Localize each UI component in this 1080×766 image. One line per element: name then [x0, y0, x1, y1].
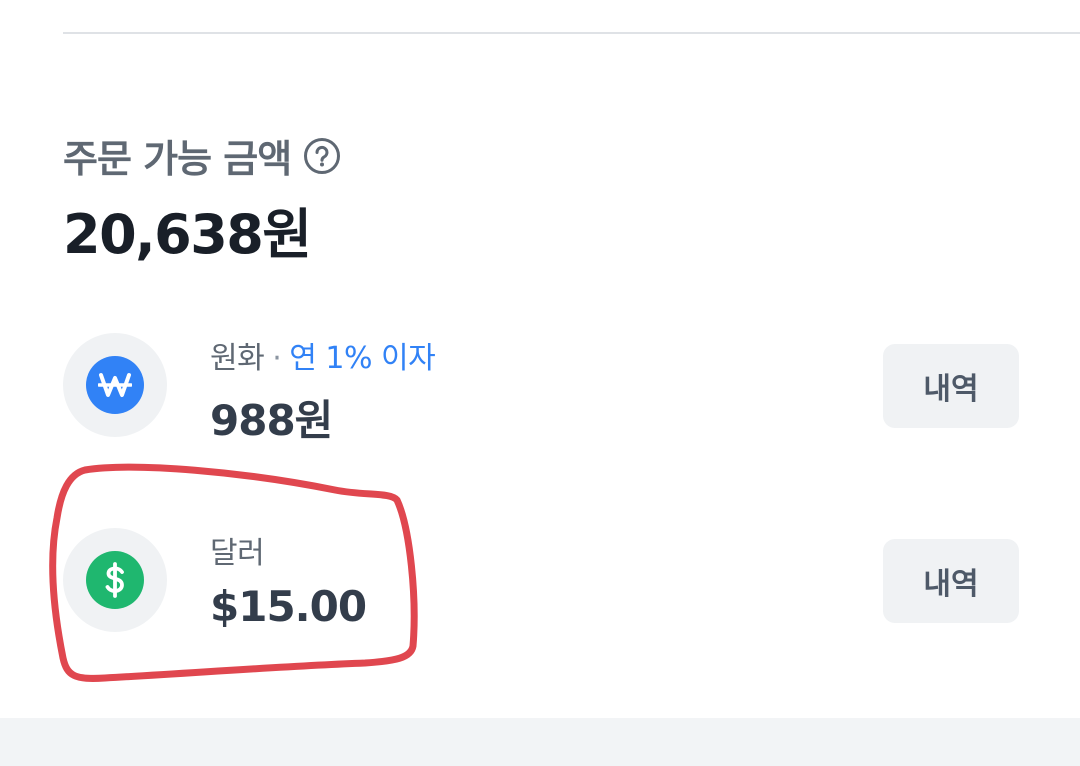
dollar-icon: [86, 551, 144, 609]
account-balance-krw: 988원: [210, 396, 333, 445]
order-available-title: 주문 가능 금액: [63, 137, 292, 181]
label-separator: ·: [272, 341, 282, 376]
account-label-krw: 원화 · 연 1% 이자: [210, 333, 436, 377]
order-available-header: 주문 가능 금액: [63, 128, 341, 183]
account-label-usd: 달러: [210, 528, 366, 572]
currency-icon-container: [63, 333, 167, 437]
currency-icon-container: [63, 528, 167, 632]
history-button-krw[interactable]: 내역: [883, 344, 1019, 428]
account-row-usd: 달러 $15.00 내역: [63, 528, 1019, 634]
account-info-krw: 원화 · 연 1% 이자 988원: [210, 333, 436, 448]
currency-name: 원화: [210, 341, 265, 376]
account-balance-usd: $15.00: [210, 582, 367, 631]
won-icon: [86, 356, 144, 414]
currency-name: 달러: [210, 536, 265, 571]
history-button-usd[interactable]: 내역: [883, 539, 1019, 623]
account-row-krw: 원화 · 연 1% 이자 988원 내역: [63, 333, 1019, 445]
account-info-usd: 달러 $15.00: [210, 528, 367, 631]
question-circle-icon[interactable]: [303, 137, 341, 175]
interest-rate-link[interactable]: 연 1% 이자: [289, 341, 435, 376]
bottom-section-divider: [0, 718, 1080, 766]
top-divider: [63, 32, 1080, 34]
total-available-amount: 20,638원: [63, 203, 312, 266]
